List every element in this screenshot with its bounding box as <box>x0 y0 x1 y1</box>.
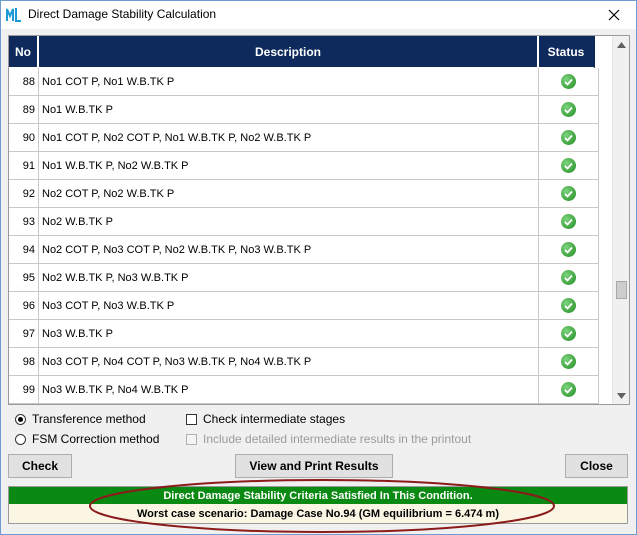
title-bar[interactable]: Direct Damage Stability Calculation <box>1 1 636 29</box>
row-description: No1 W.B.TK P <box>39 96 539 123</box>
fsm-correction-option[interactable]: FSM Correction method <box>15 432 159 446</box>
column-header-no[interactable]: No <box>9 36 39 68</box>
table-row[interactable]: 91 No1 W.B.TK P, No2 W.B.TK P <box>9 152 599 180</box>
table-header: No Description Status <box>9 36 613 68</box>
table-row[interactable]: 96 No3 COT P, No3 W.B.TK P <box>9 292 599 320</box>
check-button[interactable]: Check <box>8 454 72 478</box>
row-number: 89 <box>9 96 39 123</box>
row-number: 97 <box>9 320 39 347</box>
row-description: No3 COT P, No3 W.B.TK P <box>39 292 539 319</box>
damage-cases-table: No Description Status 88 No1 COT P, No1 W… <box>8 35 630 405</box>
scroll-up-icon[interactable] <box>613 36 629 53</box>
check-intermediate-option[interactable]: Check intermediate stages <box>186 412 345 426</box>
check-intermediate-label: Check intermediate stages <box>203 412 346 426</box>
row-description: No2 W.B.TK P <box>39 208 539 235</box>
column-header-description[interactable]: Description <box>39 36 539 68</box>
table-row[interactable]: 93 No2 W.B.TK P <box>9 208 599 236</box>
worst-case-text: Worst case scenario: Damage Case No.94 (… <box>9 504 627 523</box>
row-number: 94 <box>9 236 39 263</box>
row-status <box>539 236 599 263</box>
fsm-label: FSM Correction method <box>32 432 160 446</box>
row-description: No2 COT P, No3 COT P, No2 W.B.TK P, No3 … <box>39 236 539 263</box>
row-status <box>539 152 599 179</box>
row-status <box>539 292 599 319</box>
check-ok-icon <box>561 382 576 397</box>
include-detailed-checkbox <box>186 433 197 445</box>
table-row[interactable]: 88 No1 COT P, No1 W.B.TK P <box>9 68 599 96</box>
scrollbar-thumb[interactable] <box>616 280 627 299</box>
check-ok-icon <box>561 242 576 257</box>
table-row[interactable]: 89 No1 W.B.TK P <box>9 96 599 124</box>
table-row[interactable]: 95 No2 W.B.TK P, No3 W.B.TK P <box>9 264 599 292</box>
include-detailed-label: Include detailed intermediate results in… <box>203 432 472 446</box>
row-description: No2 W.B.TK P, No3 W.B.TK P <box>39 264 539 291</box>
check-ok-icon <box>561 186 576 201</box>
check-ok-icon <box>561 214 576 229</box>
row-status <box>539 320 599 347</box>
row-number: 96 <box>9 292 39 319</box>
ml-app-icon <box>6 6 22 23</box>
table-row[interactable]: 98 No3 COT P, No4 COT P, No3 W.B.TK P, No… <box>9 348 599 376</box>
row-status <box>539 96 599 123</box>
dialog-window: Direct Damage Stability Calculation No D… <box>0 0 637 535</box>
row-number: 99 <box>9 376 39 403</box>
check-ok-icon <box>561 158 576 173</box>
row-status <box>539 180 599 207</box>
row-status <box>539 264 599 291</box>
table-row[interactable]: 92 No2 COT P, No2 W.B.TK P <box>9 180 599 208</box>
row-number: 93 <box>9 208 39 235</box>
row-description: No3 W.B.TK P, No4 W.B.TK P <box>39 376 539 403</box>
row-status <box>539 376 599 403</box>
row-status <box>539 68 599 95</box>
row-number: 90 <box>9 124 39 151</box>
close-button[interactable]: Close <box>565 454 628 478</box>
row-description: No1 W.B.TK P, No2 W.B.TK P <box>39 152 539 179</box>
check-intermediate-checkbox[interactable] <box>186 413 197 425</box>
check-ok-icon <box>561 270 576 285</box>
check-ok-icon <box>561 130 576 145</box>
check-ok-icon <box>561 298 576 313</box>
row-description: No3 W.B.TK P <box>39 320 539 347</box>
row-number: 91 <box>9 152 39 179</box>
transference-label: Transference method <box>32 412 146 426</box>
check-ok-icon <box>561 326 576 341</box>
table-body: 88 No1 COT P, No1 W.B.TK P 89 No1 W.B.TK P9… <box>9 68 599 404</box>
row-number: 98 <box>9 348 39 375</box>
check-ok-icon <box>561 74 576 89</box>
row-description: No2 COT P, No2 W.B.TK P <box>39 180 539 207</box>
row-description: No3 COT P, No4 COT P, No3 W.B.TK P, No4 … <box>39 348 539 375</box>
row-number: 92 <box>9 180 39 207</box>
vertical-scrollbar[interactable] <box>612 36 629 404</box>
fsm-radio[interactable] <box>15 433 26 445</box>
view-print-results-button[interactable]: View and Print Results <box>235 454 393 478</box>
row-status <box>539 208 599 235</box>
row-status <box>539 348 599 375</box>
row-description: No1 COT P, No2 COT P, No1 W.B.TK P, No2 … <box>39 124 539 151</box>
table-row[interactable]: 94 No2 COT P, No3 COT P, No2 W.B.TK P, No… <box>9 236 599 264</box>
row-status <box>539 124 599 151</box>
column-header-status[interactable]: Status <box>539 36 595 68</box>
scroll-down-icon[interactable] <box>613 387 629 404</box>
table-row[interactable]: 97 No3 W.B.TK P <box>9 320 599 348</box>
transference-method-option[interactable]: Transference method <box>15 412 146 426</box>
window-title: Direct Damage Stability Calculation <box>28 7 217 21</box>
status-panel: Direct Damage Stability Criteria Satisfi… <box>8 486 628 524</box>
row-number: 88 <box>9 68 39 95</box>
criteria-status-banner: Direct Damage Stability Criteria Satisfi… <box>9 487 627 504</box>
radio-selected-dot <box>18 416 23 422</box>
include-detailed-option: Include detailed intermediate results in… <box>186 432 471 446</box>
table-row[interactable]: 99 No3 W.B.TK P, No4 W.B.TK P <box>9 376 599 404</box>
row-description: No1 COT P, No1 W.B.TK P <box>39 68 539 95</box>
transference-radio[interactable] <box>15 413 26 425</box>
table-row[interactable]: 90 No1 COT P, No2 COT P, No1 W.B.TK P, No… <box>9 124 599 152</box>
check-ok-icon <box>561 102 576 117</box>
close-icon[interactable] <box>591 1 636 29</box>
check-ok-icon <box>561 354 576 369</box>
row-number: 95 <box>9 264 39 291</box>
